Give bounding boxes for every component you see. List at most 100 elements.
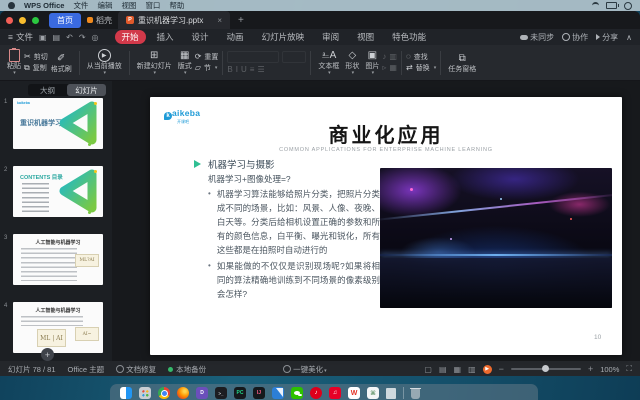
new-slide-button[interactable]: ⊞新建幻灯片 xyxy=(134,49,175,76)
paste-button[interactable]: 粘贴 xyxy=(4,49,24,76)
menu-item-help[interactable]: 帮助 xyxy=(169,0,184,11)
wps-office-icon[interactable]: W xyxy=(348,387,360,399)
trash-icon[interactable] xyxy=(411,388,420,399)
ribbon-tab-slideshow[interactable]: 幻灯片放映 xyxy=(255,30,312,44)
document-tab[interactable]: P 重识机器学习.pptx × xyxy=(118,11,230,29)
zoom-in-button[interactable]: + xyxy=(588,364,593,374)
play-from-current-button[interactable]: ▶从当前播放 xyxy=(84,49,125,76)
file-shortcut-icon[interactable] xyxy=(386,388,396,399)
picture-button[interactable]: ▣图片 xyxy=(362,49,382,76)
slide-thumbnail-3[interactable]: 人工智能与机器学习 ML?AI xyxy=(13,234,103,285)
layout-button[interactable]: ▦版式 xyxy=(175,49,195,76)
cut-button[interactable]: ✂剪切 xyxy=(24,53,48,61)
task-pane-button[interactable]: ⧉任务窗格 xyxy=(445,52,479,73)
ribbon-tab-review[interactable]: 审阅 xyxy=(315,30,346,44)
preview-app-icon[interactable]: ⌘ xyxy=(367,387,379,399)
current-slide[interactable]: kaikeba 开课吧 商业化应用 COMMON APPLICATIONS FO… xyxy=(150,97,622,355)
apple-menu-icon[interactable] xyxy=(8,2,15,9)
triangle-logo-graphic xyxy=(55,101,101,145)
collapse-ribbon-button[interactable]: ∧ xyxy=(626,33,632,42)
reading-view-icon[interactable]: ▦ xyxy=(454,365,462,374)
print-icon[interactable]: ▤ xyxy=(53,33,61,42)
docer-tab[interactable]: 稻壳 xyxy=(87,15,112,26)
zoom-slider[interactable] xyxy=(511,368,581,370)
replace-button[interactable]: ⇄替换 xyxy=(406,64,436,72)
collaborate-button[interactable]: 协作 xyxy=(562,32,588,43)
menu-item-view[interactable]: 视图 xyxy=(121,0,136,11)
ribbon-tab-view[interactable]: 视图 xyxy=(350,30,381,44)
undo-icon[interactable]: ↶ xyxy=(66,33,73,42)
slide-intro-line: 机器学习+图像处理=? xyxy=(208,173,291,185)
zoom-window-button[interactable] xyxy=(32,17,39,24)
menu-item-edit[interactable]: 编辑 xyxy=(97,0,112,11)
ribbon-tab-insert[interactable]: 插入 xyxy=(150,30,181,44)
ribbon-tab-features[interactable]: 特色功能 xyxy=(385,30,433,44)
launchpad-icon[interactable] xyxy=(139,387,151,399)
thumb-sketch: AI~ xyxy=(75,327,99,341)
find-button[interactable]: ◌查找 xyxy=(406,53,436,61)
add-slide-button[interactable]: + xyxy=(41,348,54,361)
zoom-percent[interactable]: 100% xyxy=(600,365,619,374)
menu-app-name[interactable]: WPS Office xyxy=(24,1,64,10)
find-replace-group: ◌查找 ⇄替换 xyxy=(406,53,436,72)
play-slideshow-button[interactable]: ▶ xyxy=(483,365,492,374)
ribbon-tab-design[interactable]: 设计 xyxy=(185,30,216,44)
backup-item[interactable]: 本地备份 xyxy=(168,364,206,375)
music-app-icon[interactable]: ♫ xyxy=(329,387,341,399)
purple-d-app-icon[interactable]: D xyxy=(196,387,208,399)
hamburger-icon: ≡ xyxy=(8,32,13,42)
theme-name[interactable]: Office 主题 xyxy=(68,364,105,375)
fit-to-window-icon[interactable]: ⛶ xyxy=(626,364,632,374)
wifi-icon[interactable] xyxy=(592,2,599,9)
doc-repair-item[interactable]: 文档修复 xyxy=(116,364,156,375)
slide-thumbnail-4[interactable]: 人工智能与机器学习 ML | AI AI~ xyxy=(13,302,103,353)
netease-cloud-music-icon[interactable]: ♪ xyxy=(310,387,322,399)
close-window-button[interactable] xyxy=(6,17,13,24)
new-tab-button[interactable]: + xyxy=(238,15,244,26)
battery-icon xyxy=(606,2,617,9)
preview-icon[interactable]: ◎ xyxy=(92,33,99,42)
slide-sorter-icon[interactable]: ▤ xyxy=(439,365,447,374)
home-tab-button[interactable]: 首页 xyxy=(49,13,81,28)
notes-view-icon[interactable]: ▥ xyxy=(468,365,476,374)
share-button[interactable]: 分享 xyxy=(596,32,618,43)
ribbon-tab-home[interactable]: 开始 xyxy=(115,30,146,44)
backup-status-dot xyxy=(168,367,173,372)
save-icon[interactable]: ▣ xyxy=(39,33,47,42)
terminal-icon[interactable]: >_ xyxy=(215,387,227,399)
slide-thumbnail-1[interactable]: kaikeba 重识机器学习 xyxy=(13,98,103,149)
close-tab-icon[interactable]: × xyxy=(217,16,222,25)
tab-outline[interactable]: 大纲 xyxy=(28,84,67,96)
wechat-icon[interactable] xyxy=(291,387,303,399)
slide-thumbnail-panel: 大纲 幻灯片 1 kaikeba 重识机器学习 2 CONTENTS 目录 3 xyxy=(0,81,112,361)
pycharm-icon[interactable]: PC xyxy=(234,387,246,399)
zoom-out-button[interactable]: − xyxy=(499,364,504,374)
document-tab-title: 重识机器学习.pptx xyxy=(138,15,203,26)
photo-bar-counter xyxy=(380,258,612,308)
chrome-icon[interactable] xyxy=(158,387,170,399)
shapes-button[interactable]: ◇形状 xyxy=(342,49,362,76)
redo-icon[interactable]: ↷ xyxy=(79,33,86,42)
menu-item-file[interactable]: 文件 xyxy=(73,0,88,11)
zoom-slider-knob[interactable] xyxy=(542,365,549,372)
format-painter-button[interactable]: ✐格式刷 xyxy=(48,52,75,73)
menu-item-window[interactable]: 窗口 xyxy=(145,0,160,11)
clock-icon[interactable] xyxy=(624,2,632,10)
textbox-button[interactable]: ⎁A文本框 xyxy=(315,49,342,76)
intellij-idea-icon[interactable]: IJ xyxy=(253,387,265,399)
file-menu-button[interactable]: ≡文件 xyxy=(8,31,33,43)
beautify-button[interactable]: 一键美化 xyxy=(283,364,327,375)
normal-view-icon[interactable]: ▢ xyxy=(424,365,432,374)
vscode-icon[interactable] xyxy=(272,387,284,399)
sync-status-button[interactable]: 未同步 xyxy=(520,32,554,43)
firefox-icon[interactable] xyxy=(177,387,189,399)
photo-light-dot xyxy=(410,188,413,191)
slide-thumbnail-2[interactable]: CONTENTS 目录 xyxy=(13,166,103,217)
section-button[interactable]: ▱节 xyxy=(195,64,219,72)
reset-button[interactable]: ⟳重置 xyxy=(195,53,219,61)
ribbon-tab-animation[interactable]: 动画 xyxy=(220,30,251,44)
tab-slides[interactable]: 幻灯片 xyxy=(67,84,106,96)
finder-icon[interactable] xyxy=(120,387,132,399)
minimize-window-button[interactable] xyxy=(19,17,26,24)
copy-button[interactable]: ⧉复制 xyxy=(24,64,48,72)
